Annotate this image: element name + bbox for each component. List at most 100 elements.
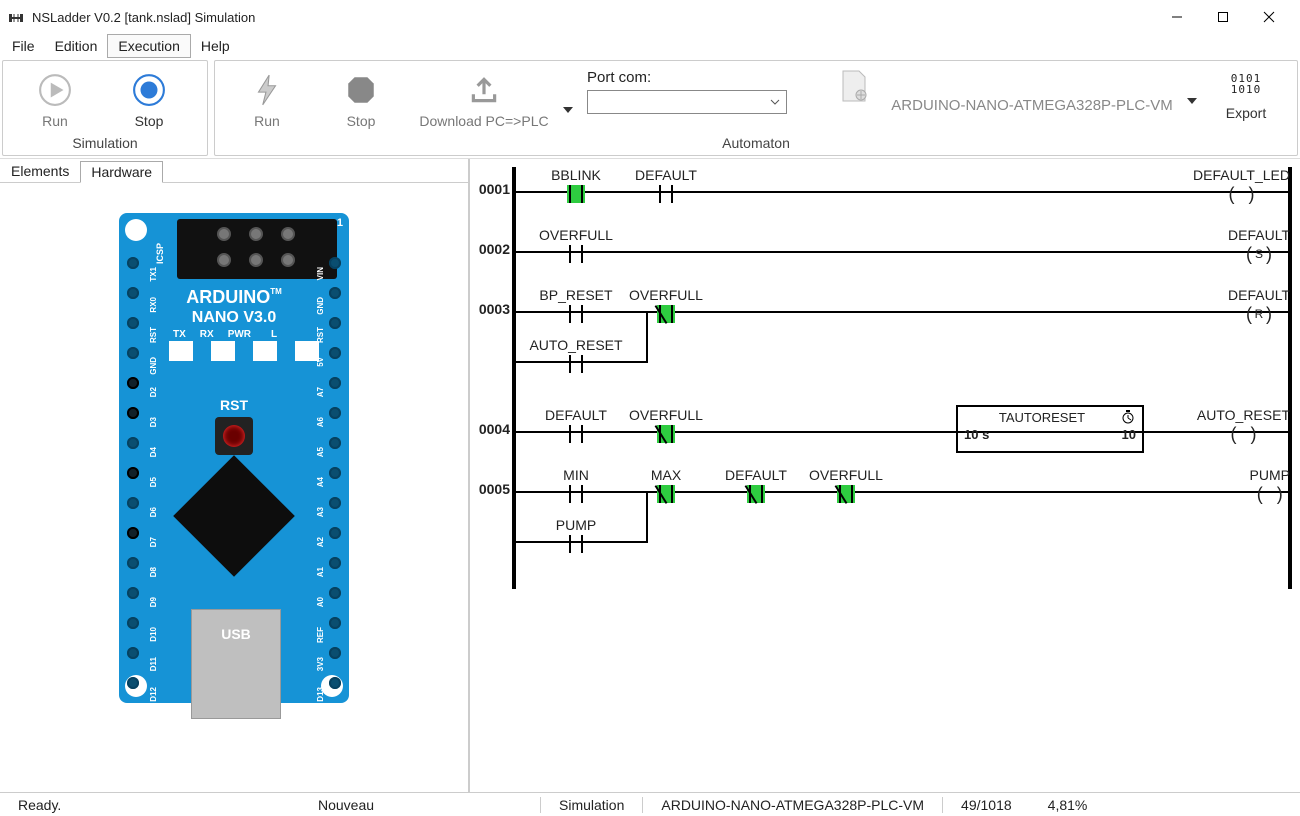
contact-label: MIN — [563, 467, 589, 483]
pin-right — [329, 557, 341, 569]
contact-label: OVERFULL — [539, 227, 613, 243]
status-pct: 4,81% — [1030, 797, 1106, 813]
minimize-button[interactable] — [1154, 2, 1200, 32]
download-button[interactable]: Download PC=>PLC — [409, 69, 559, 133]
tab-elements[interactable]: Elements — [0, 160, 80, 182]
contact[interactable]: BBLINK — [531, 167, 621, 203]
pin-label: D6 — [149, 507, 158, 517]
mcu-chip — [173, 455, 295, 577]
status-ready: Ready. — [0, 797, 300, 813]
contact[interactable]: MIN — [531, 467, 621, 503]
pin-label: A0 — [316, 597, 325, 607]
contact[interactable]: PUMP — [531, 517, 621, 553]
pin-left — [127, 257, 139, 269]
rung-number: 0004 — [470, 421, 510, 437]
download-dropdown[interactable] — [561, 105, 575, 115]
rung-branch[interactable]: PUMP — [470, 509, 1300, 559]
pin-left — [127, 377, 139, 389]
close-button[interactable] — [1246, 2, 1292, 32]
pin-left — [127, 497, 139, 509]
contact[interactable]: OVERFULL — [801, 467, 891, 503]
pin-right — [329, 377, 341, 389]
pin-right — [329, 497, 341, 509]
rung[interactable]: 0004 DEFAULTOVERFULL TAUTORESET10 s10 AUTO_… — [470, 399, 1300, 459]
pin-label: D5 — [149, 477, 158, 487]
contact[interactable]: OVERFULL — [621, 407, 711, 443]
group-simulation: Run Stop Simulation — [2, 60, 208, 156]
menu-help[interactable]: Help — [191, 34, 240, 58]
rung-branch[interactable]: AUTO_RESET — [470, 329, 1300, 379]
pin-right — [329, 587, 341, 599]
target-dropdown[interactable] — [1185, 96, 1199, 106]
menu-edition[interactable]: Edition — [45, 34, 108, 58]
contact[interactable]: OVERFULL — [621, 287, 711, 323]
pin-right — [329, 647, 341, 659]
pin-label: D2 — [149, 387, 158, 397]
contact[interactable]: DEFAULT — [711, 467, 801, 503]
port-com-combo[interactable] — [587, 90, 787, 114]
pin-left — [127, 677, 139, 689]
contact[interactable]: MAX — [621, 467, 711, 503]
pin-left — [127, 437, 139, 449]
sim-stop-button[interactable]: Stop — [103, 69, 195, 133]
pin-label: A2 — [316, 537, 325, 547]
pin-label: RST — [149, 327, 158, 343]
coil[interactable]: DEFAULTR — [1228, 287, 1290, 323]
pin-left — [127, 557, 139, 569]
pin-left — [127, 407, 139, 419]
rung-number: 0001 — [470, 181, 510, 197]
group-automaton: Run Stop Download PC=>PLC Port com: — [214, 60, 1298, 156]
auto-run-button[interactable]: Run — [221, 69, 313, 133]
pin-label: D7 — [149, 537, 158, 547]
title-bar: NSLadder V0.2 [tank.nslad] Simulation — [0, 0, 1300, 34]
rung-number: 0003 — [470, 301, 510, 317]
menu-file[interactable]: File — [2, 34, 45, 58]
arduino-board: ICSP 1 ARDUINOTM NANO V3.0 TX RX PWR L R… — [119, 213, 349, 703]
coil[interactable]: AUTO_RESET — [1197, 407, 1290, 443]
usb-port: USB — [191, 609, 281, 719]
status-target: ARDUINO-NANO-ATMEGA328P-PLC-VM — [643, 797, 942, 813]
tab-hardware[interactable]: Hardware — [80, 161, 163, 183]
coil[interactable]: PUMP — [1250, 467, 1290, 503]
reset-button[interactable] — [215, 417, 253, 455]
pin-left — [127, 647, 139, 659]
auto-stop-button[interactable]: Stop — [315, 69, 407, 133]
pin-left — [127, 347, 139, 359]
contact[interactable]: OVERFULL — [531, 227, 621, 263]
contact[interactable]: DEFAULT — [621, 167, 711, 203]
status-mode: Simulation — [541, 797, 642, 813]
flash-icon — [250, 73, 284, 107]
coil-label: DEFAULT_LED — [1193, 167, 1290, 183]
pin-left — [127, 527, 139, 539]
pin-label: REF — [316, 627, 325, 643]
coil-label: DEFAULT — [1228, 287, 1290, 303]
pin-label: GND — [149, 357, 158, 375]
timer-block[interactable]: TAUTORESET10 s10 — [956, 405, 1144, 453]
maximize-button[interactable] — [1200, 2, 1246, 32]
export-button[interactable]: 0101 1010 Export — [1211, 69, 1281, 125]
pin-label: RX0 — [149, 297, 158, 313]
pin-label: D10 — [149, 627, 158, 642]
ribbon: Run Stop Simulation Run Stop Download PC… — [0, 58, 1300, 158]
pin-right — [329, 287, 341, 299]
sim-run-button[interactable]: Run — [9, 69, 101, 133]
coil-label: AUTO_RESET — [1197, 407, 1290, 423]
target-vm-label: ARDUINO-NANO-ATMEGA328P-PLC-VM — [879, 97, 1185, 114]
coil[interactable]: DEFAULT_LED — [1193, 167, 1290, 203]
contact[interactable]: BP_RESET — [531, 287, 621, 323]
status-mem: 49/1018 — [943, 797, 1030, 813]
contact[interactable]: DEFAULT — [531, 407, 621, 443]
ladder-editor[interactable]: 0001BBLINKDEFAULTDEFAULT_LED0002OVERFULL… — [470, 159, 1300, 792]
rung[interactable]: 0001 BBLINKDEFAULT DEFAULT_LED — [470, 159, 1300, 219]
contact[interactable]: AUTO_RESET — [531, 337, 621, 373]
menu-execution[interactable]: Execution — [107, 34, 190, 58]
stop-octagon-icon — [344, 73, 378, 107]
stop-icon — [132, 73, 166, 107]
pin-left — [127, 617, 139, 629]
status-nouveau: Nouveau — [300, 797, 540, 813]
left-tabs: Elements Hardware — [0, 159, 468, 183]
coil[interactable]: DEFAULTS — [1228, 227, 1290, 263]
play-icon — [38, 73, 72, 107]
rung[interactable]: 0002OVERFULLDEFAULTS — [470, 219, 1300, 279]
pin-right — [329, 467, 341, 479]
